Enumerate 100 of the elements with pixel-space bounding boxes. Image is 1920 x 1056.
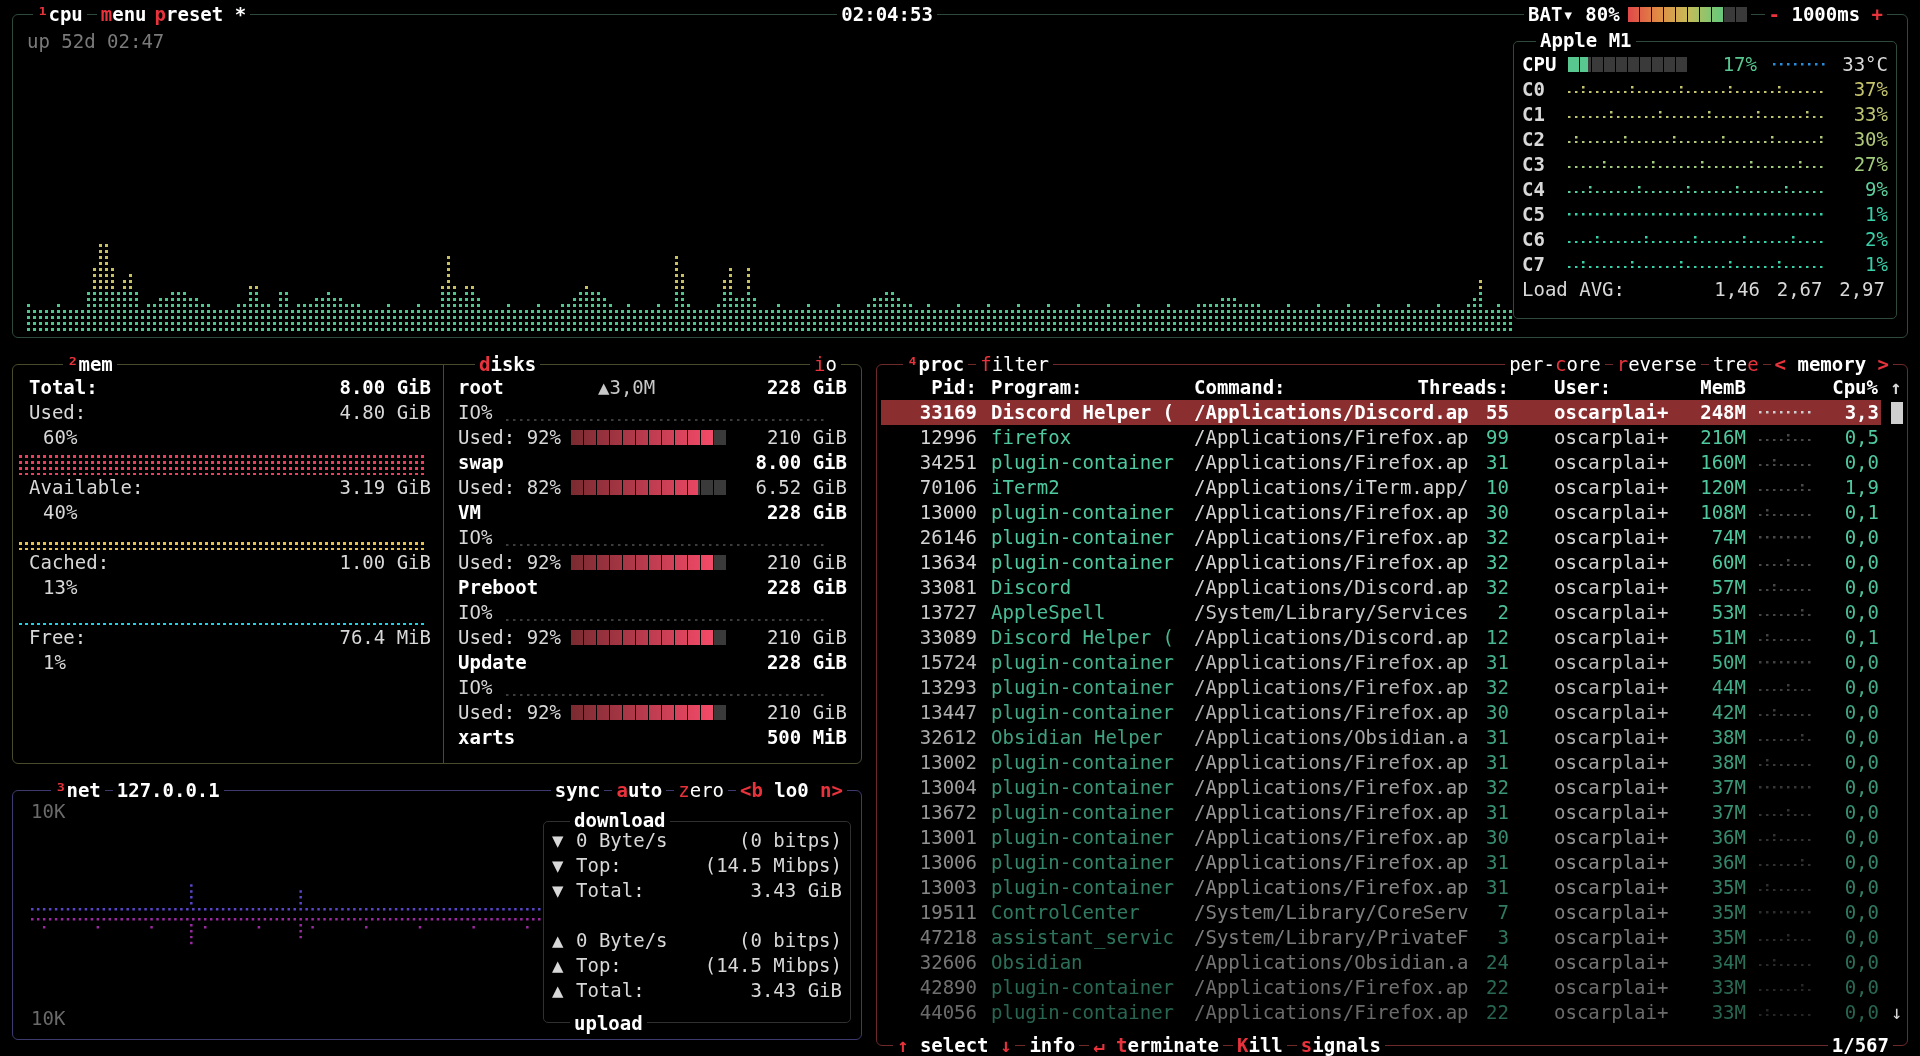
thread-count: 30 — [1485, 500, 1509, 525]
memory-value: 1.00 GiB — [339, 550, 431, 575]
net-stat-label: Top: — [576, 953, 622, 978]
program-name: ControlCenter — [991, 900, 1141, 925]
process-row[interactable]: 32606 Obsidian /Applications/Obsidian.a 24 oscarplai+ 34M 0,0 — [881, 950, 1881, 975]
process-row[interactable]: 13634 plugin-container /Applications/Firefox.ap 32 oscarplai+ 60M 0,0 — [881, 550, 1881, 575]
memory-label: Available: — [29, 475, 144, 500]
process-id: 34251 — [918, 450, 977, 475]
process-id: 13447 — [918, 700, 977, 725]
process-row[interactable]: 15724 plugin-container /Applications/Firefox.ap 31 oscarplai+ 50M 0,0 — [881, 650, 1881, 675]
process-row[interactable]: 13002 plugin-container /Applications/Firefox.ap 31 oscarplai+ 38M 0,0 — [881, 750, 1881, 775]
user-name: oscarplai+ — [1554, 750, 1670, 775]
user-name: oscarplai+ — [1554, 1000, 1670, 1025]
command-path: /Applications/Firefox.ap — [1194, 850, 1470, 875]
user-name: oscarplai+ — [1554, 700, 1670, 725]
process-row[interactable]: 13727 AppleSpell /System/Library/Services 2 oscarplai+ 53M 0,0 — [881, 600, 1881, 625]
process-row[interactable]: 12996 firefox /Applications/Firefox.ap 99 oscarplai+ 216M 0,5 — [881, 425, 1881, 450]
disk-name: swap — [458, 450, 505, 475]
process-row[interactable]: 26146 plugin-container /Applications/Firefox.ap 32 oscarplai+ 74M 0,0 — [881, 525, 1881, 550]
cpu-label: CPU — [1522, 52, 1558, 77]
process-row[interactable]: 70106 iTerm2 /Applications/iTerm.app/ 10 oscarplai+ 120M 1,9 — [881, 475, 1881, 500]
command-path: /Applications/Firefox.ap — [1194, 750, 1470, 775]
user-name: oscarplai+ — [1554, 950, 1670, 975]
process-row[interactable]: 32612 Obsidian Helper /Applications/Obsidian.a 31 oscarplai+ 38M 0,0 — [881, 725, 1881, 750]
core-label: C4 — [1522, 177, 1546, 202]
command-path: /Applications/Firefox.ap — [1194, 500, 1470, 525]
command-path: /Applications/Obsidian.a — [1194, 725, 1470, 750]
core-percent: 30% — [1853, 127, 1888, 152]
io-label: IO% — [458, 600, 493, 625]
io-label: IO% — [458, 400, 493, 425]
memory-usage: 120M — [1699, 475, 1746, 500]
cpu-sparkline — [1759, 483, 1811, 492]
user-name: oscarplai+ — [1554, 775, 1670, 800]
memory-usage: 38M — [1710, 750, 1746, 775]
cpu-sparkline — [1759, 633, 1811, 642]
program-name: Discord Helper ( — [991, 625, 1176, 650]
process-row[interactable]: 33169 Discord Helper ( /Applications/Discord.ap 55 oscarplai+ 248M 3,3 — [881, 400, 1881, 425]
thread-count: 31 — [1485, 725, 1509, 750]
memory-value: 76.4 MiB — [339, 625, 431, 650]
user-name: oscarplai+ — [1554, 675, 1670, 700]
scrollbar-thumb[interactable] — [1891, 401, 1903, 424]
core-label: C6 — [1522, 227, 1546, 252]
process-id: 13001 — [918, 825, 977, 850]
process-row[interactable]: 13001 plugin-container /Applications/Firefox.ap 30 oscarplai+ 36M 0,0 — [881, 825, 1881, 850]
memory-usage: 248M — [1699, 400, 1746, 425]
command-hint[interactable]: signals — [1296, 1033, 1385, 1056]
memory-percent: 13% — [43, 575, 78, 600]
process-row[interactable]: 13003 plugin-container /Applications/Firefox.ap 31 oscarplai+ 35M 0,0 — [881, 875, 1881, 900]
column-header: Pid: — [930, 375, 977, 400]
process-row[interactable]: 33081 Discord /Applications/Discord.ap 32 oscarplai+ 57M 0,0 — [881, 575, 1881, 600]
memory-usage: 216M — [1699, 425, 1746, 450]
arrow-icon: ▲ — [552, 928, 576, 953]
process-row[interactable]: 13000 plugin-container /Applications/Firefox.ap 30 oscarplai+ 108M 0,1 — [881, 500, 1881, 525]
process-row[interactable]: 13004 plugin-container /Applications/Firefox.ap 32 oscarplai+ 37M 0,0 — [881, 775, 1881, 800]
command-path: /Applications/Firefox.ap — [1194, 425, 1470, 450]
user-name: oscarplai+ — [1554, 900, 1670, 925]
memory-percent: 60% — [43, 425, 78, 450]
process-row[interactable]: 13447 plugin-container /Applications/Firefox.ap 30 oscarplai+ 42M 0,0 — [881, 700, 1881, 725]
arrow-icon: ▼ — [552, 878, 576, 903]
core-percent: 9% — [1865, 177, 1888, 202]
process-row[interactable]: 44056 plugin-container /Applications/Firefox.ap 22 oscarplai+ 33M 0,0 — [881, 1000, 1881, 1025]
disk-io-rate: ▲3,0M — [598, 375, 656, 400]
core-label: C2 — [1522, 127, 1546, 152]
cpu-percent: 0,0 — [1844, 925, 1880, 950]
thread-count: 31 — [1485, 450, 1509, 475]
core-percent: 1% — [1865, 202, 1888, 227]
program-name: plugin-container — [991, 700, 1176, 725]
thread-count: 12 — [1485, 625, 1509, 650]
process-row[interactable]: 13672 plugin-container /Applications/Firefox.ap 31 oscarplai+ 37M 0,0 — [881, 800, 1881, 825]
process-row[interactable]: 33089 Discord Helper ( /Applications/Discord.ap 12 oscarplai+ 51M 0,1 — [881, 625, 1881, 650]
command-path: /Applications/Firefox.ap — [1194, 675, 1470, 700]
process-id: 33169 — [918, 400, 977, 425]
memory-usage: 160M — [1699, 450, 1746, 475]
disk-used-label: Used: 92% — [458, 625, 561, 650]
process-row[interactable]: 19511 ControlCenter /System/Library/CoreServ 7 oscarplai+ 35M 0,0 — [881, 900, 1881, 925]
process-row[interactable]: 13293 plugin-container /Applications/Firefox.ap 32 oscarplai+ 44M 0,0 — [881, 675, 1881, 700]
scroll-down-arrow[interactable]: ↓ — [1891, 1000, 1903, 1025]
net-stat-label: Total: — [576, 878, 645, 903]
memory-usage: 60M — [1710, 550, 1746, 575]
process-row[interactable]: 13006 plugin-container /Applications/Firefox.ap 31 oscarplai+ 36M 0,0 — [881, 850, 1881, 875]
cpu-percent: 0,0 — [1844, 975, 1880, 1000]
scroll-up-arrow[interactable]: ↑ — [1890, 375, 1902, 400]
process-id: 13003 — [918, 875, 977, 900]
core-label: C7 — [1522, 252, 1546, 277]
cpu-sparkline — [1759, 911, 1811, 914]
cpu-model-title: Apple M1 — [1536, 29, 1636, 51]
cpu-sparkline — [1759, 708, 1811, 717]
command-path: /Applications/Firefox.ap — [1194, 800, 1470, 825]
command-path: /System/Library/Services — [1194, 600, 1470, 625]
io-label: IO% — [458, 675, 493, 700]
core-label: C0 — [1522, 77, 1546, 102]
disk-size: 228 GiB — [766, 500, 847, 525]
process-row[interactable]: 47218 assistant_servic /System/Library/PrivateF 3 oscarplai+ 35M 0,0 — [881, 925, 1881, 950]
command-path: /Applications/Firefox.ap — [1194, 650, 1470, 675]
cpu-sparkline — [1759, 958, 1811, 967]
process-row[interactable]: 34251 plugin-container /Applications/Firefox.ap 31 oscarplai+ 160M 0,0 — [881, 450, 1881, 475]
cpu-sparkline — [1759, 411, 1811, 414]
command-hint[interactable]: ↵ terminate — [1089, 1033, 1224, 1056]
process-row[interactable]: 42890 plugin-container /Applications/Firefox.ap 22 oscarplai+ 33M 0,0 — [881, 975, 1881, 1000]
process-id: 33081 — [918, 575, 977, 600]
